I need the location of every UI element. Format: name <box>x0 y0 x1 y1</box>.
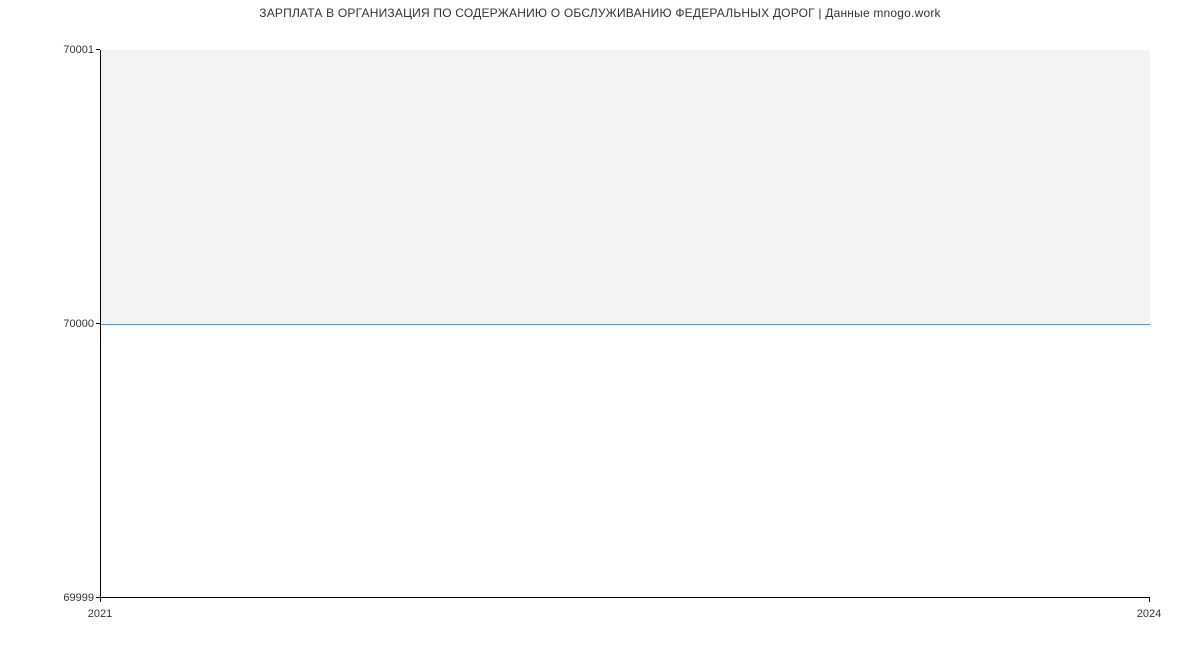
x-tick <box>1149 598 1150 602</box>
area-fill <box>101 50 1150 324</box>
x-tick <box>100 598 101 602</box>
plot-area <box>100 50 1150 598</box>
x-axis-label: 2024 <box>1137 608 1161 620</box>
x-axis-label: 2021 <box>88 608 112 620</box>
y-axis-label: 69999 <box>63 592 94 604</box>
y-tick <box>96 323 100 324</box>
y-axis-label: 70000 <box>63 318 94 330</box>
chart-title: ЗАРПЛАТА В ОРГАНИЗАЦИЯ ПО СОДЕРЖАНИЮ О О… <box>0 6 1200 20</box>
data-line <box>101 324 1150 325</box>
y-tick <box>96 49 100 50</box>
y-axis-label: 70001 <box>63 44 94 56</box>
